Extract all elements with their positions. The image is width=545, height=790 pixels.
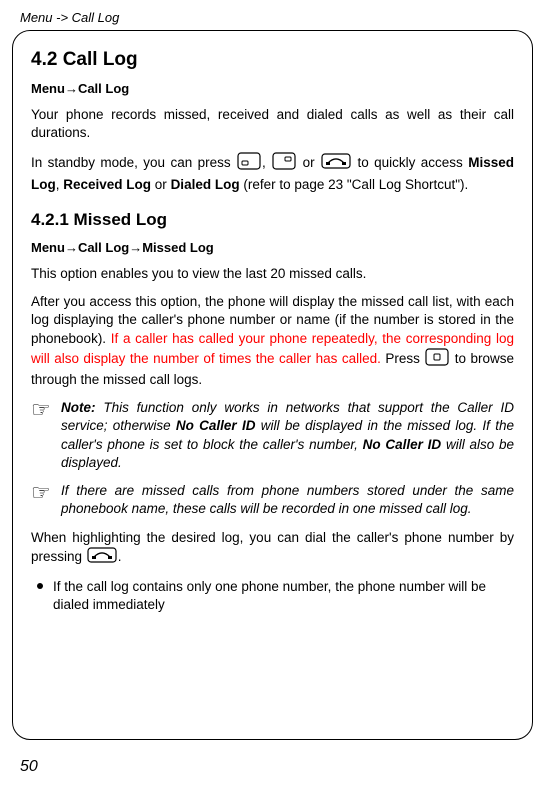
- note-1-text: Note: This function only works in networ…: [61, 399, 514, 472]
- page-number: 50: [20, 758, 38, 776]
- content-frame: 4.2 Call Log Menu→Call Log Your phone re…: [12, 30, 533, 740]
- intro-4-2-1: This option enables you to view the last…: [31, 265, 514, 283]
- bullet-icon: [37, 583, 43, 589]
- section-title-4-2: 4.2 Call Log: [31, 49, 514, 71]
- note-2-text: If there are missed calls from phone num…: [61, 482, 514, 518]
- nav-key-icon: [425, 348, 449, 371]
- note-hand-icon: ☞: [31, 482, 51, 504]
- left-softkey-icon: [237, 152, 261, 175]
- note-2: ☞ If there are missed calls from phone n…: [31, 482, 514, 518]
- intro-4-2: Your phone records missed, received and …: [31, 106, 514, 142]
- bullet-1: If the call log contains only one phone …: [31, 578, 514, 614]
- bullet-1-text: If the call log contains only one phone …: [53, 578, 514, 614]
- breadcrumb: Menu -> Call Log: [20, 10, 119, 25]
- note-1: ☞ Note: This function only works in netw…: [31, 399, 514, 472]
- menu-path-4-2-1: Menu→Call Log→Missed Log: [31, 240, 514, 255]
- call-key-icon: [321, 153, 351, 174]
- note-hand-icon: ☞: [31, 399, 51, 421]
- right-softkey-icon: [272, 152, 296, 175]
- page-header: Menu -> Call Log: [0, 0, 545, 30]
- call-key-icon: [87, 547, 117, 568]
- highlight-text: When highlighting the desired log, you c…: [31, 529, 514, 568]
- section-title-4-2-1: 4.2.1 Missed Log: [31, 210, 514, 230]
- para2-4-2-1: After you access this option, the phone …: [31, 293, 514, 389]
- standby-text: In standby mode, you can press , or to q…: [31, 152, 514, 193]
- menu-path-4-2: Menu→Call Log: [31, 81, 514, 96]
